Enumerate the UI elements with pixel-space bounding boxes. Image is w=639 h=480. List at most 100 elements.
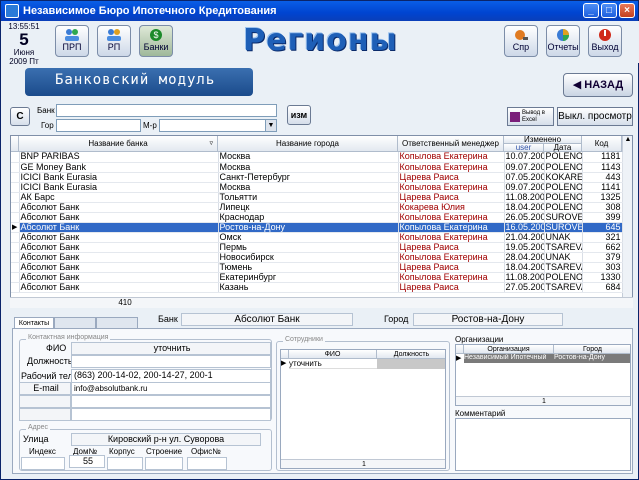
cell-code[interactable]: 321	[582, 232, 623, 243]
cell-code[interactable]: 1181	[582, 152, 623, 163]
table-row[interactable]: Абсолют Банк Екатеринбург Копылова Екатери…	[11, 272, 623, 283]
table-row[interactable]: GE Money Bank Москва Копылова Екатерина 09.…	[11, 162, 623, 173]
cell-date[interactable]: POLENOV	[544, 272, 583, 283]
cell-manager[interactable]: Копылова Екатерина	[398, 152, 505, 163]
extra-field-2[interactable]	[71, 408, 271, 421]
change-button[interactable]: изм	[287, 105, 311, 125]
cell-user[interactable]: 27.05.200	[504, 282, 545, 293]
col-date[interactable]: Дата	[544, 144, 582, 152]
cell-bank[interactable]: Абсолют Банк	[19, 212, 219, 223]
rp-button[interactable]: РП	[97, 25, 131, 57]
cell-date[interactable]: SUROVEN	[544, 222, 583, 233]
cell-user[interactable]: 11.08.200	[504, 192, 545, 203]
email-button[interactable]: E-mail	[19, 382, 71, 395]
cell-code[interactable]: 1141	[582, 182, 623, 193]
orgs-col-org[interactable]: Организация	[464, 345, 554, 354]
chevron-down-icon[interactable]: ▼	[265, 120, 276, 131]
col-user[interactable]: user	[504, 144, 544, 152]
office-field[interactable]	[187, 457, 227, 470]
cell-date[interactable]: TSAREVA	[544, 242, 583, 253]
cell-code[interactable]: 399	[582, 212, 623, 223]
cell-bank[interactable]: ICICI Bank Eurasia	[19, 182, 219, 193]
cell-code[interactable]: 662	[582, 242, 623, 253]
cell-city[interactable]: Санкт-Петербург	[218, 172, 399, 183]
table-row[interactable]: ICICI Bank Eurasia Москва Копылова Екатери…	[11, 182, 623, 193]
cell-bank[interactable]: Абсолют Банк	[19, 252, 219, 263]
cell-manager[interactable]: Копылова Екатерина	[398, 182, 505, 193]
table-row[interactable]: Абсолют Банк Пермь Царева Раиса 19.05.200 TS…	[11, 242, 623, 253]
cell-user[interactable]: 11.08.200	[504, 272, 545, 283]
maximize-button[interactable]: □	[601, 3, 617, 18]
clear-filter-button[interactable]: С	[10, 107, 30, 126]
cell-code[interactable]: 1143	[582, 162, 623, 173]
cell-user[interactable]: 09.07.200	[504, 162, 545, 173]
cell-user[interactable]: 09.07.200	[504, 182, 545, 193]
cell-bank[interactable]: BNP PARIBAS	[19, 152, 219, 163]
cell-manager[interactable]: Царева Раиса	[398, 282, 505, 293]
reports-button[interactable]: Отчеты	[546, 25, 580, 57]
grid-scrollbar[interactable]: ▲ ▼	[622, 136, 632, 307]
bank-filter-input[interactable]	[56, 104, 277, 117]
col-manager[interactable]: Ответственный менеджер	[398, 136, 504, 152]
cell-user[interactable]: 16.05.200	[504, 222, 545, 233]
street-field[interactable]: Кировский р-н ул. Суворова	[71, 433, 261, 446]
back-button[interactable]: ◀ НАЗАД	[563, 73, 633, 97]
cell-date[interactable]: POLENOV	[544, 152, 583, 163]
orgs-row-city[interactable]: Ростов-на-Дону	[554, 354, 630, 363]
cell-bank[interactable]: Абсолют Банк	[19, 202, 219, 213]
phone-field[interactable]: (863) 200-14-02, 200-14-27, 200-1	[71, 369, 271, 383]
cell-bank[interactable]: Абсолют Банк	[19, 242, 219, 253]
fio-field[interactable]: уточнить	[71, 342, 271, 355]
cell-date[interactable]: UNAK	[544, 232, 583, 243]
building-field[interactable]	[145, 457, 183, 470]
cell-city[interactable]: Тюмень	[218, 262, 399, 273]
cell-manager[interactable]: Копылова Екатерина	[398, 272, 505, 283]
cell-code[interactable]: 1325	[582, 192, 623, 203]
cell-bank[interactable]: Абсолют Банк	[19, 232, 219, 243]
cell-date[interactable]: POLENOV	[544, 182, 583, 193]
cell-code[interactable]: 443	[582, 172, 623, 183]
preview-off-button[interactable]: Выкл. просмотр	[557, 107, 633, 126]
table-row[interactable]: Абсолют Банк Казань Царева Раиса 27.05.200 T…	[11, 282, 623, 293]
cell-manager[interactable]: Царева Раиса	[398, 172, 505, 183]
cell-code[interactable]: 379	[582, 252, 623, 263]
cell-city[interactable]: Тольятти	[218, 192, 399, 203]
table-row[interactable]: ▶ Абсолют Банк Ростов-на-Дону Копылова Екат…	[11, 222, 623, 233]
orgs-col-city[interactable]: Город	[554, 345, 630, 354]
staff-col-fio[interactable]: ФИО	[289, 350, 377, 359]
orgs-row-org[interactable]: Независимый Ипотечный	[464, 354, 554, 363]
cell-bank[interactable]: АК Барс	[19, 192, 219, 203]
banks-button[interactable]: $ Банки	[139, 25, 173, 57]
cell-user[interactable]: 18.04.200	[504, 202, 545, 213]
cell-user[interactable]: 19.05.200	[504, 242, 545, 253]
cell-city[interactable]: Москва	[218, 162, 399, 173]
cell-code[interactable]: 684	[582, 282, 623, 293]
cell-date[interactable]: POLENOV	[544, 162, 583, 173]
cell-code[interactable]: 303	[582, 262, 623, 273]
cell-city[interactable]: Липецк	[218, 202, 399, 213]
export-excel-button[interactable]: Вывод в Excel	[507, 107, 554, 126]
table-row[interactable]: Абсолют Банк Краснодар Копылова Екатерина 2…	[11, 212, 623, 223]
cell-city[interactable]: Новосибирск	[218, 252, 399, 263]
cell-bank[interactable]: Абсолют Банк	[19, 282, 219, 293]
cell-city[interactable]: Пермь	[218, 242, 399, 253]
spr-button[interactable]: Спр	[504, 25, 538, 57]
cell-manager[interactable]: Царева Раиса	[398, 192, 505, 203]
col-code[interactable]: Код	[582, 136, 622, 152]
cell-city[interactable]: Москва	[218, 182, 399, 193]
cell-manager[interactable]: Копылова Екатерина	[398, 162, 505, 173]
table-row[interactable]: АК Барс Тольятти Царева Раиса 11.08.200 POLE…	[11, 192, 623, 203]
prp-button[interactable]: ПРП	[55, 25, 89, 57]
cell-user[interactable]: 28.04.200	[504, 252, 545, 263]
cell-date[interactable]: TSAREVA	[544, 262, 583, 273]
staff-row-fio[interactable]: уточнить	[289, 359, 377, 369]
comment-field[interactable]	[455, 418, 631, 471]
cell-user[interactable]: 18.04.200	[504, 262, 545, 273]
cell-manager[interactable]: Кокарева Юлия	[398, 202, 505, 213]
cell-user[interactable]: 07.05.200	[504, 172, 545, 183]
cell-manager[interactable]: Копылова Екатерина	[398, 252, 505, 263]
cell-bank[interactable]: Абсолют Банк	[19, 262, 219, 273]
position-field[interactable]	[71, 355, 271, 368]
cell-date[interactable]: POLENOV	[544, 192, 583, 203]
table-row[interactable]: Абсолют Банк Тюмень Царева Раиса 18.04.200 T…	[11, 262, 623, 273]
